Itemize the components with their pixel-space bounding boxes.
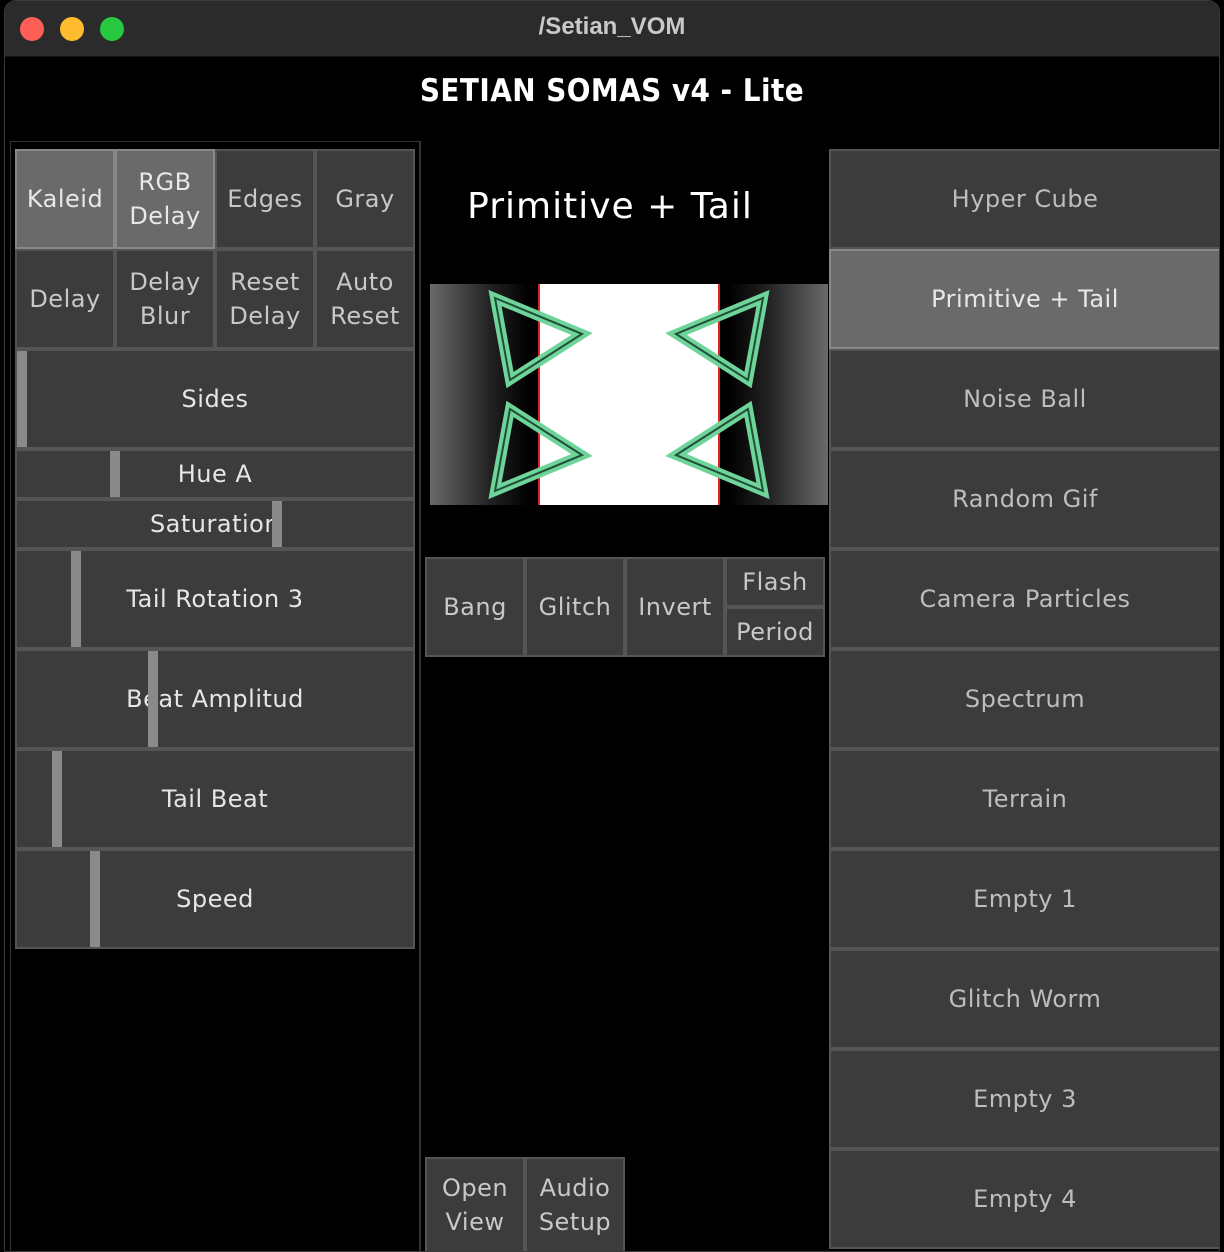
slider-label: Hue A — [177, 460, 253, 488]
scene-empty-4[interactable]: Empty 4 — [829, 1149, 1219, 1249]
tail-rotation-slider[interactable]: Tail Rotation 3 — [15, 549, 415, 649]
slider-label: Sides — [181, 385, 249, 413]
speed-slider[interactable]: Speed — [15, 849, 415, 949]
scene-terrain[interactable]: Terrain — [829, 749, 1219, 849]
scene-spectrum[interactable]: Spectrum — [829, 649, 1219, 749]
scene-glitch-worm[interactable]: Glitch Worm — [829, 949, 1219, 1049]
rgb-delay-button[interactable]: RGB Delay — [115, 149, 215, 249]
scene-empty-3[interactable]: Empty 3 — [829, 1049, 1219, 1149]
scene-hyper-cube[interactable]: Hyper Cube — [829, 149, 1219, 249]
scene-random-gif[interactable]: Random Gif — [829, 449, 1219, 549]
audio-setup-button[interactable]: Audio Setup — [525, 1157, 625, 1251]
saturation-slider[interactable]: Saturation — [15, 499, 415, 549]
slider-handle[interactable] — [148, 651, 158, 747]
gray-button[interactable]: Gray — [315, 149, 415, 249]
scene-primitive-tail[interactable]: Primitive + Tail — [829, 249, 1219, 349]
bang-button[interactable]: Bang — [425, 557, 525, 657]
reset-delay-button[interactable]: Reset Delay — [215, 249, 315, 349]
auto-reset-button[interactable]: Auto Reset — [315, 249, 415, 349]
scene-camera-particles[interactable]: Camera Particles — [829, 549, 1219, 649]
slider-label: Beat Amplitud — [126, 685, 304, 713]
delay-button[interactable]: Delay — [15, 249, 115, 349]
slider-label: Speed — [176, 885, 254, 913]
hue-a-slider[interactable]: Hue A — [15, 449, 415, 499]
kaleidoscope-render — [488, 284, 770, 505]
app-title: SETIAN SOMAS v4 - Lite — [419, 73, 805, 109]
flash-button[interactable]: Flash — [725, 557, 825, 607]
glitch-button[interactable]: Glitch — [525, 557, 625, 657]
slider-label: Tail Rotation 3 — [126, 585, 304, 613]
beat-amplitude-slider[interactable]: Beat Amplitud — [15, 649, 415, 749]
tail-beat-slider[interactable]: Tail Beat — [15, 749, 415, 849]
preview-image — [430, 284, 828, 505]
preview-title: Primitive + Tail — [467, 186, 753, 227]
period-button[interactable]: Period — [725, 607, 825, 657]
invert-button[interactable]: Invert — [625, 557, 725, 657]
scene-empty-1[interactable]: Empty 1 — [829, 849, 1219, 949]
app-window: /Setian_VOM SETIAN SOMAS v4 - Lite Kalei… — [4, 0, 1220, 1252]
slider-label: Tail Beat — [161, 785, 269, 813]
slider-label: Saturation — [149, 510, 281, 538]
window-title: /Setian_VOM — [538, 13, 686, 40]
edges-button[interactable]: Edges — [215, 149, 315, 249]
open-view-button[interactable]: Open View — [425, 1157, 525, 1251]
sides-slider[interactable]: Sides — [15, 349, 415, 449]
delay-blur-button[interactable]: Delay Blur — [115, 249, 215, 349]
kaleid-button[interactable]: Kaleid — [15, 149, 115, 249]
slider-handle[interactable] — [272, 501, 282, 547]
title-bar[interactable]: /Setian_VOM — [5, 1, 1219, 57]
scene-noise-ball[interactable]: Noise Ball — [829, 349, 1219, 449]
